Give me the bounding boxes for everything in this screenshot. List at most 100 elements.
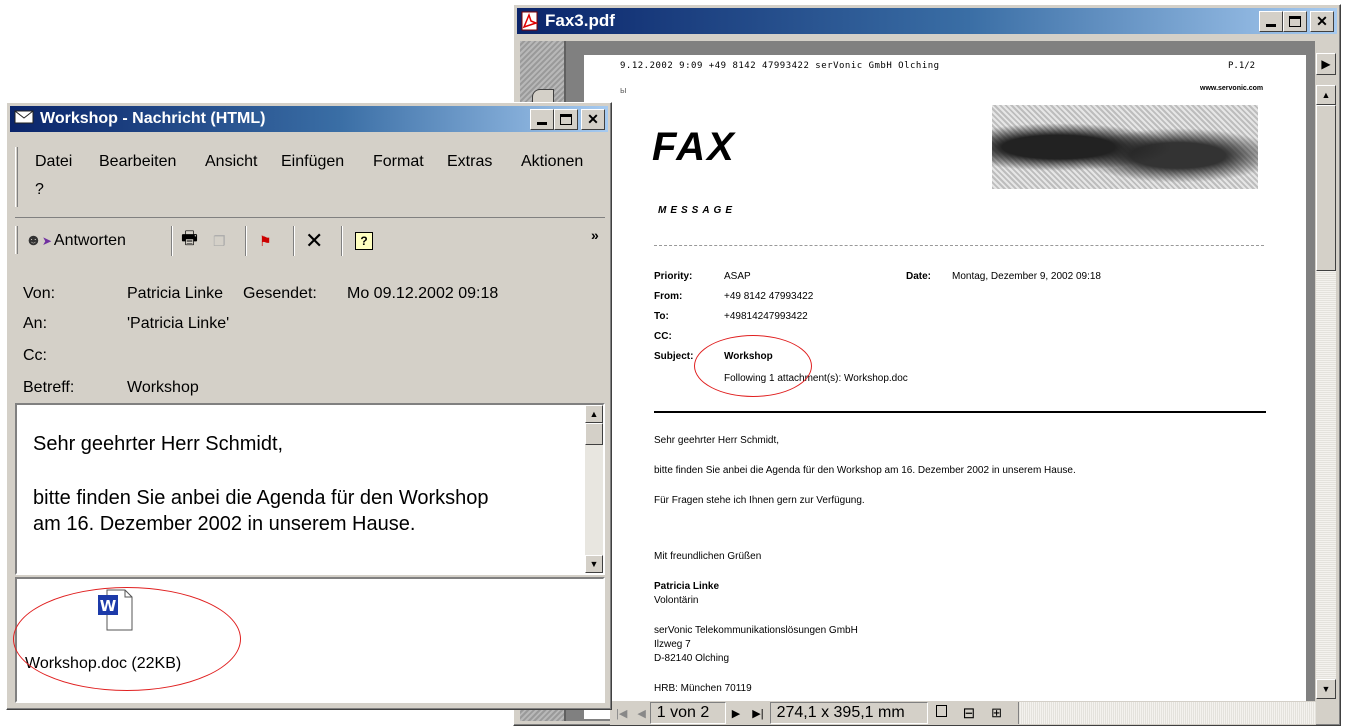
scroll-up-button[interactable]: ▲	[1316, 85, 1336, 105]
menu-help[interactable]: ?	[35, 181, 44, 199]
toolbar-separator	[293, 226, 295, 256]
copy-button[interactable]: ❐	[213, 228, 226, 254]
flag-icon: ⚑	[259, 232, 272, 249]
pdf-window: Fax3.pdf ✕ s 9.12.2002 9:09 +49 8142 479…	[513, 4, 1341, 726]
toolbar-separator	[171, 226, 173, 256]
menu-einfuegen[interactable]: Einfügen	[281, 153, 344, 171]
menu-extras[interactable]: Extras	[447, 153, 492, 171]
pdf-document-area: s 9.12.2002 9:09 +49 8142 47993422 serVo…	[520, 41, 1315, 721]
fax-closing: Mit freundlichen Grüßen	[654, 551, 762, 562]
pdf-titlebar[interactable]: Fax3.pdf ✕	[517, 8, 1337, 34]
up-arrow-icon: ▲	[1321, 90, 1331, 100]
cc-label: CC:	[654, 331, 672, 342]
menu-datei[interactable]: Datei	[35, 153, 72, 171]
toolbar-grip[interactable]	[15, 226, 18, 254]
menu-format[interactable]: Format	[373, 153, 424, 171]
page-size-indicator: 274,1 x 395,1 mm	[769, 702, 928, 724]
sent-value: Mo 09.12.2002 09:18	[347, 285, 499, 302]
minimize-icon	[1266, 24, 1276, 27]
minimize-button[interactable]	[530, 109, 554, 130]
maximize-button[interactable]	[1283, 11, 1307, 32]
fax-greeting: Sehr geehrter Herr Schmidt,	[654, 435, 780, 446]
outlook-message-window: Workshop - Nachricht (HTML) ✕ Datei Bear…	[6, 102, 612, 710]
cc-label: Cc:	[23, 347, 47, 364]
down-arrow-icon: ▼	[589, 559, 599, 569]
reply-button[interactable]: ☻ ➤ Antworten	[25, 228, 126, 254]
fax-city: D-82140 Olching	[654, 653, 730, 664]
first-page-icon[interactable]: |◀	[610, 707, 633, 720]
body-scrollbar[interactable]: ▲ ▼	[585, 405, 603, 573]
subject-label: Betreff:	[23, 379, 75, 396]
fax-photo	[992, 105, 1258, 189]
message-text: Sehr geehrter Herr Schmidt, bitte finden…	[33, 431, 573, 537]
page-indicator[interactable]: 1 von 2	[649, 702, 726, 724]
envelope-icon	[14, 109, 34, 130]
flag-button[interactable]: ⚑	[259, 228, 272, 254]
body-line1: bitte finden Sie anbei die Agenda für de…	[33, 487, 489, 509]
reply-button-label: Antworten	[53, 232, 126, 249]
last-page-icon[interactable]: ▶|	[746, 707, 769, 720]
up-arrow-icon: ▲	[589, 409, 599, 419]
delete-button[interactable]: ✕	[305, 228, 323, 254]
help-icon: ?	[355, 232, 373, 250]
priority-value: ASAP	[724, 271, 751, 282]
maximize-icon	[1289, 16, 1301, 27]
scroll-down-button[interactable]: ▼	[1316, 679, 1336, 699]
scroll-thumb[interactable]	[1316, 105, 1336, 271]
pdf-window-title: Fax3.pdf	[545, 11, 615, 30]
priority-label: Priority:	[654, 271, 693, 282]
website-text: www.servonic.com	[1200, 85, 1264, 92]
hscroll-track[interactable]	[1018, 702, 1316, 724]
scroll-down-button[interactable]: ▼	[585, 555, 603, 573]
attachment-pane: W Workshop.doc (22KB)	[13, 577, 605, 703]
message-body[interactable]: Sehr geehrter Herr Schmidt, bitte finden…	[15, 403, 605, 575]
prev-page-icon[interactable]: ◀	[633, 707, 649, 720]
next-page-arrow[interactable]: ▶	[1316, 53, 1336, 75]
fax-registry: HRB: München 70119	[654, 683, 752, 694]
fax-street: Ilzweg 7	[654, 639, 691, 650]
menu-bearbeiten[interactable]: Bearbeiten	[99, 153, 176, 171]
from-value: +49 8142 47993422	[724, 291, 814, 302]
pdf-vertical-scrollbar[interactable]: ▲ ▼	[1316, 85, 1336, 699]
toolbar: ☻ ➤ Antworten 🖶 ❐ ⚑ ✕ ? »	[15, 217, 605, 257]
close-icon: ✕	[1316, 13, 1328, 29]
pdf-page: 9.12.2002 9:09 +49 8142 47993422 serVoni…	[584, 55, 1306, 719]
down-arrow-icon: ▼	[1321, 684, 1331, 694]
maximize-button[interactable]	[554, 109, 578, 130]
date-value: Montag, Dezember 9, 2002 09:18	[952, 271, 1101, 282]
minimize-icon	[537, 122, 547, 125]
facing-pages-icon[interactable]: ⊞	[983, 705, 1010, 721]
print-button[interactable]: 🖶	[181, 228, 198, 254]
from-value[interactable]: Patricia Linke	[127, 285, 223, 303]
to-value[interactable]: 'Patricia Linke'	[127, 315, 229, 333]
close-button[interactable]: ✕	[1310, 11, 1334, 32]
scroll-thumb[interactable]	[585, 423, 603, 445]
continuous-page-icon[interactable]: ⊟	[955, 704, 984, 722]
menu-ansicht[interactable]: Ansicht	[205, 153, 257, 171]
fax-sender-role: Volontärin	[654, 595, 699, 606]
to-value: +49814247993422	[724, 311, 808, 322]
from-label: Von:	[23, 285, 56, 302]
pdf-app-icon	[521, 11, 539, 31]
menubar-grip[interactable]	[15, 147, 18, 207]
close-icon: ✕	[587, 111, 599, 127]
toolbar-overflow-button[interactable]: »	[591, 222, 599, 248]
outlook-titlebar[interactable]: Workshop - Nachricht (HTML) ✕	[10, 106, 608, 132]
help-button[interactable]: ?	[355, 228, 373, 254]
toolbar-separator	[245, 226, 247, 256]
fax-header-line: 9.12.2002 9:09 +49 8142 47993422 serVoni…	[620, 61, 940, 71]
next-page-icon[interactable]: ▶	[726, 707, 746, 720]
date-label: Date:	[906, 271, 932, 282]
printer-icon: 🖶	[181, 228, 198, 248]
minimize-button[interactable]	[1259, 11, 1283, 32]
fields-divider	[654, 245, 1264, 246]
close-button[interactable]: ✕	[581, 109, 605, 130]
menu-bar: Datei Bearbeiten Ansicht Einfügen Format…	[15, 143, 605, 209]
page-marker: P.1/2	[1228, 61, 1256, 71]
single-page-icon[interactable]	[928, 704, 955, 722]
menu-aktionen[interactable]: Aktionen	[521, 153, 583, 171]
to-label: An:	[23, 315, 48, 332]
maximize-icon	[560, 114, 572, 125]
scroll-up-button[interactable]: ▲	[585, 405, 603, 423]
subject-value: Workshop	[127, 379, 199, 396]
